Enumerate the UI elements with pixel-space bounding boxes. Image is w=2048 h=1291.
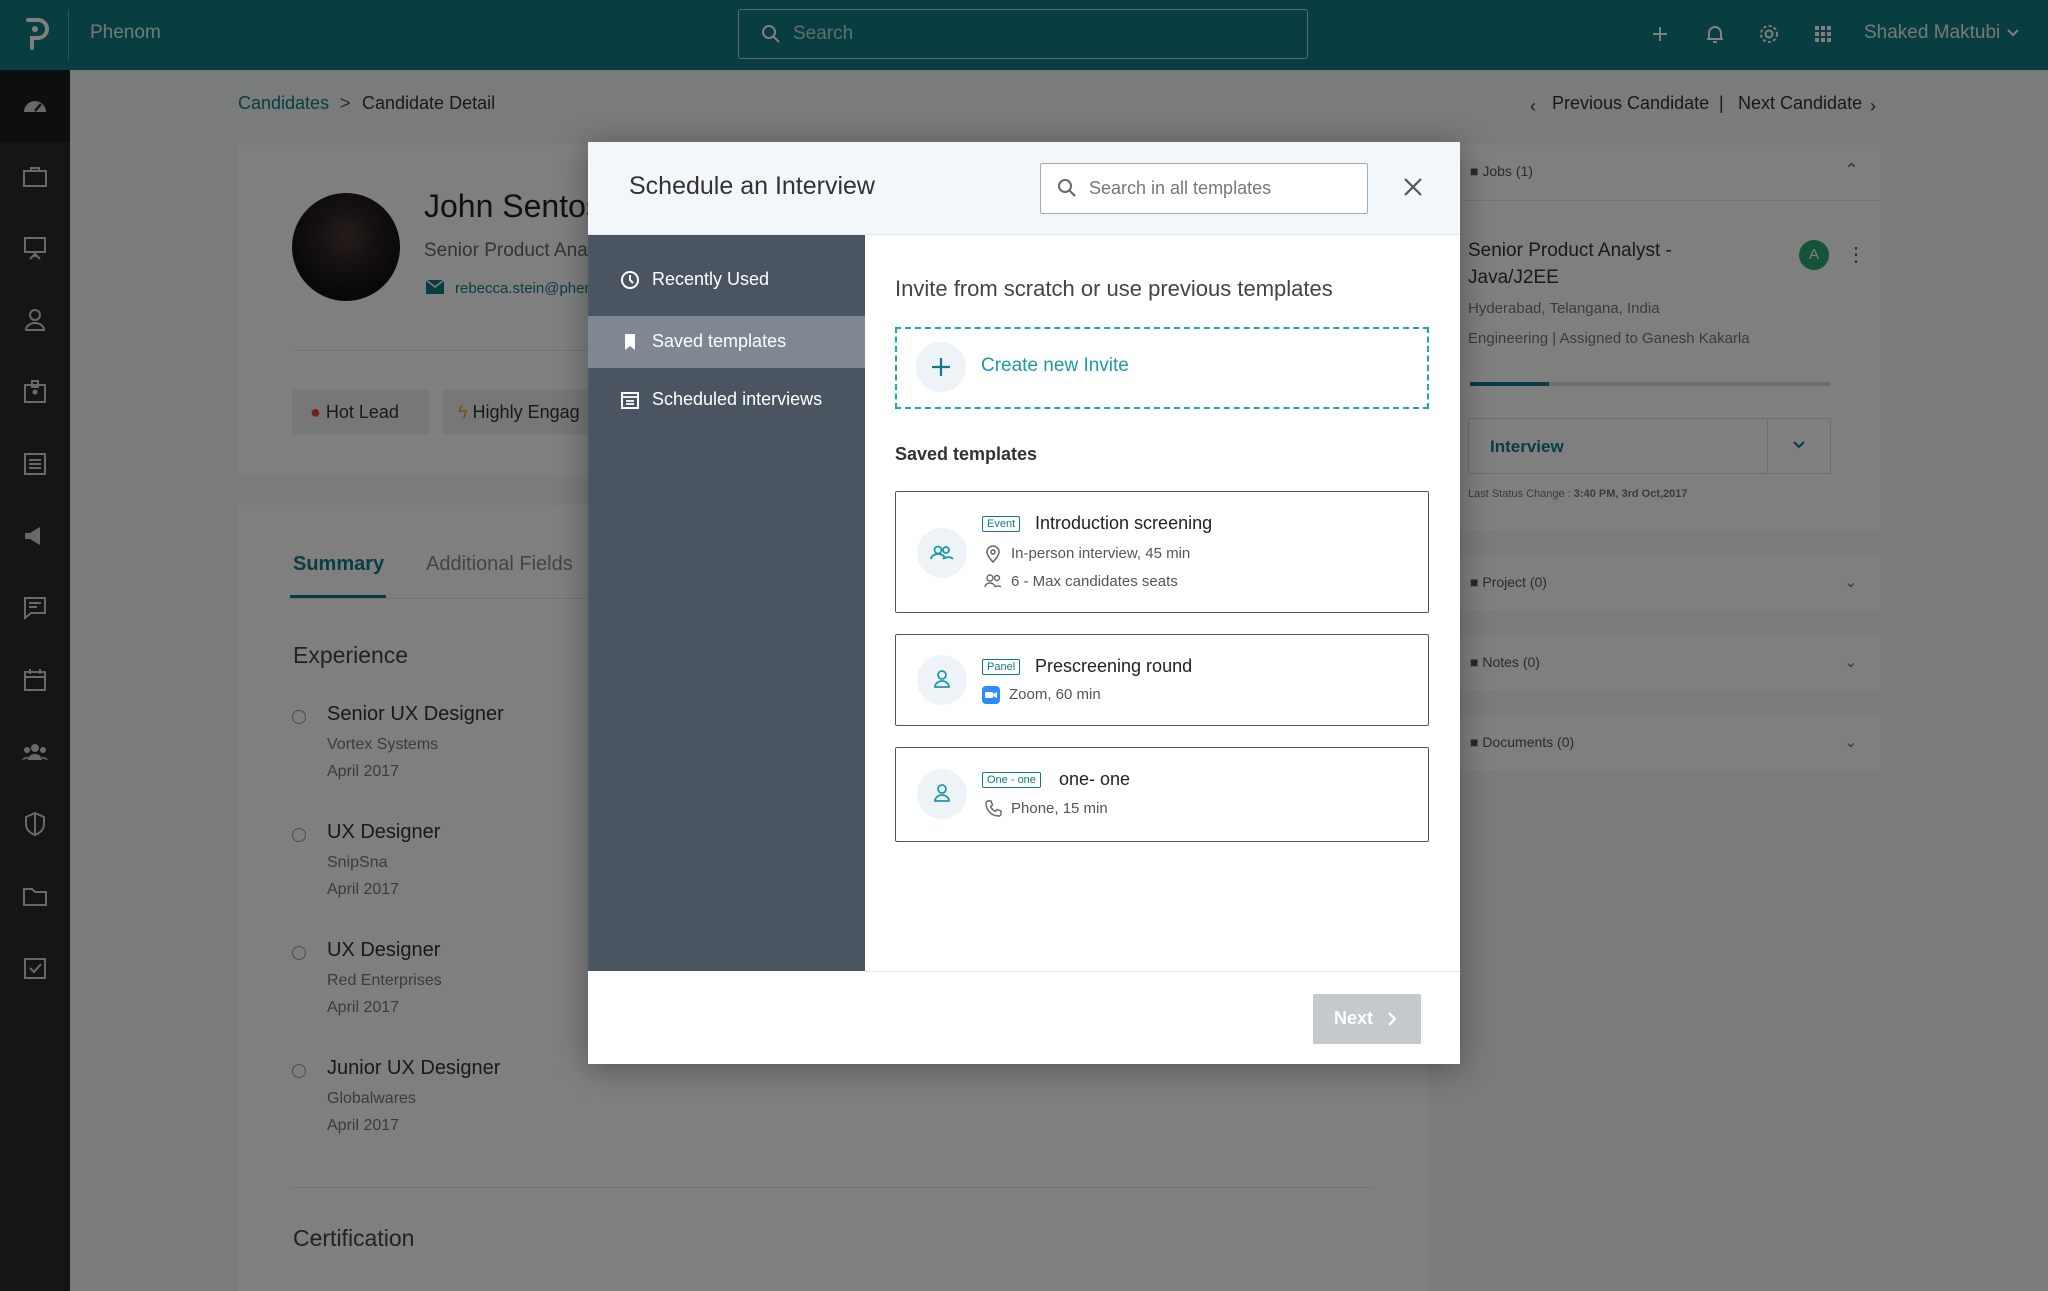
template-detail: Phone, 15 min: [1011, 800, 1108, 817]
template-card-prescreening-round[interactable]: [895, 634, 1429, 726]
template-detail: Zoom, 60 min: [1009, 686, 1101, 703]
template-name: Introduction screening: [1035, 513, 1213, 533]
saved-templates-heading: Saved templates: [895, 444, 1038, 464]
nav-saved-templates[interactable]: Saved templates: [588, 316, 865, 368]
search-icon: [1058, 179, 1076, 197]
close-icon[interactable]: [1398, 172, 1428, 202]
nav-label: Saved templates: [652, 331, 787, 351]
clock-icon: [621, 271, 639, 289]
template-detail: 6 - Max candidates seats: [1011, 573, 1178, 590]
person-icon: [917, 769, 967, 819]
nav-label: Scheduled interviews: [652, 389, 823, 409]
template-type-badge: Event: [982, 516, 1021, 532]
template-card-one-one[interactable]: [895, 747, 1429, 842]
person-icon: [917, 655, 967, 705]
group-icon: [984, 574, 1002, 588]
nav-label: Recently Used: [652, 269, 770, 289]
bookmark-icon: [625, 334, 635, 350]
nav-recently-used[interactable]: Recently Used: [588, 254, 865, 306]
phone-icon: [985, 800, 1002, 817]
chevron-right-icon: [1388, 1012, 1397, 1026]
group-icon: [917, 528, 967, 578]
invite-heading: Invite from scratch or use previous temp…: [895, 276, 1333, 301]
nav-scheduled-interviews[interactable]: Scheduled interviews: [588, 374, 865, 426]
calendar-icon: [621, 392, 639, 409]
next-button-label: Next: [1334, 1008, 1374, 1028]
template-detail: In-person interview, 45 min: [1011, 545, 1191, 562]
template-search-input[interactable]: Search in all templates: [1040, 163, 1368, 214]
next-button[interactable]: Next: [1313, 994, 1421, 1044]
create-new-invite-label: Create new Invite: [981, 355, 1129, 376]
template-search-placeholder: Search in all templates: [1089, 178, 1272, 198]
location-pin-icon: [986, 545, 1000, 563]
modal-title: Schedule an Interview: [629, 172, 875, 200]
create-new-invite-button[interactable]: [895, 327, 1429, 409]
template-name: one- one: [1059, 769, 1131, 789]
template-name: Prescreening round: [1035, 656, 1193, 676]
zoom-icon: [982, 686, 1000, 704]
template-type-badge: Panel: [982, 659, 1021, 675]
modal-footer-divider: [865, 971, 1460, 972]
plus-icon: [916, 342, 966, 392]
template-type-badge: One - one: [982, 772, 1041, 788]
